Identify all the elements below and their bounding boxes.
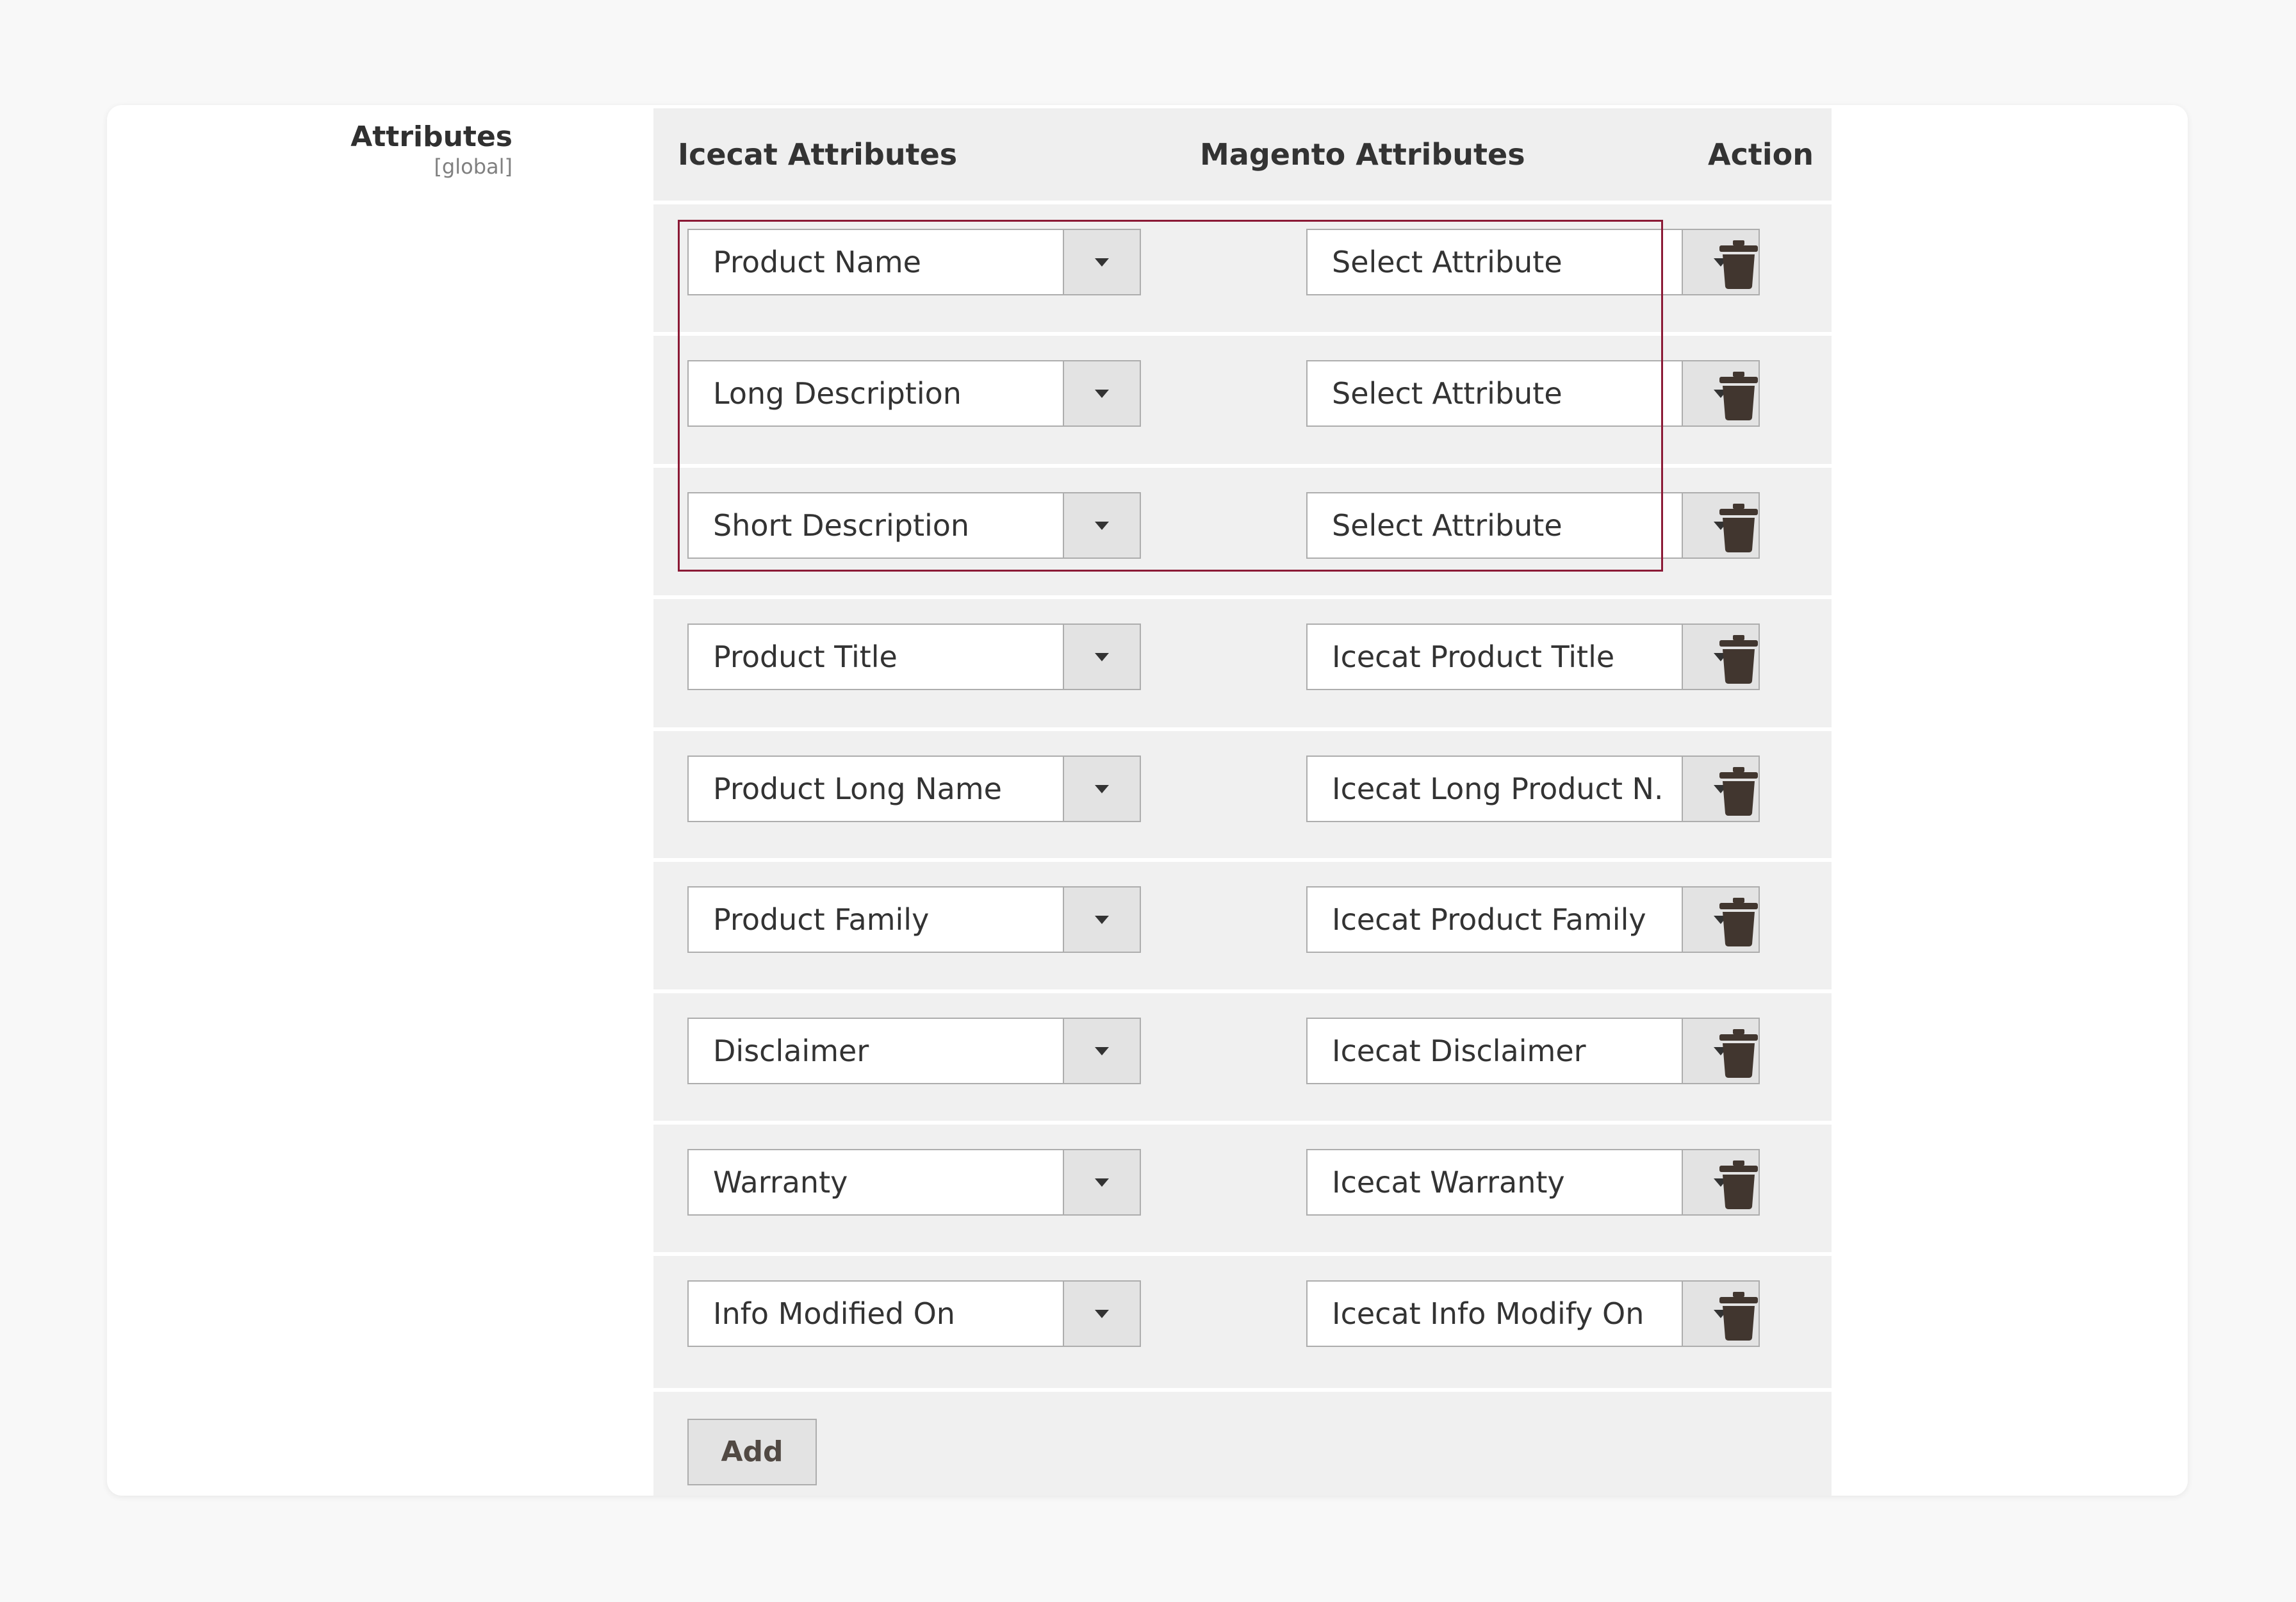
table-row-9: Info Modified On Icecat Info Modify On <box>653 1252 1832 1388</box>
table-row-8: Warranty Icecat Warranty <box>653 1121 1832 1252</box>
table-row-1: Product Name Select Attribute <box>653 201 1832 332</box>
icecat-attribute-select[interactable]: Product Family <box>687 886 1141 953</box>
icecat-attribute-select[interactable]: Long Description <box>687 360 1141 427</box>
table-row-5: Product Long Name Icecat Long Product N. <box>653 727 1832 858</box>
field-label-scope: [global] <box>434 154 512 179</box>
magento-attribute-select[interactable]: Icecat Warranty <box>1306 1149 1760 1216</box>
magento-attribute-value: Select Attribute <box>1332 245 1562 279</box>
icecat-attribute-select[interactable]: Short Description <box>687 492 1141 559</box>
chevron-down-icon <box>1095 522 1109 530</box>
magento-attribute-value: Icecat Warranty <box>1332 1165 1565 1200</box>
magento-attribute-select[interactable]: Select Attribute <box>1306 492 1760 559</box>
header-action: Action <box>1708 137 1814 172</box>
attributes-config-card: Attributes [global] Icecat Attributes Ma… <box>107 105 2188 1496</box>
dropdown-button[interactable] <box>1063 1150 1140 1214</box>
icecat-attribute-value: Info Modified On <box>713 1296 955 1331</box>
table-row-4: Product Title Icecat Product Title <box>653 595 1832 727</box>
magento-attribute-select[interactable]: Select Attribute <box>1306 360 1760 427</box>
delete-row-button[interactable] <box>1719 767 1758 816</box>
delete-row-button[interactable] <box>1719 635 1758 684</box>
dropdown-button[interactable] <box>1063 230 1140 294</box>
icecat-attribute-value: Warranty <box>713 1165 848 1200</box>
magento-attribute-select[interactable]: Icecat Product Title <box>1306 623 1760 690</box>
icecat-attribute-value: Short Description <box>713 508 970 543</box>
chevron-down-icon <box>1095 1047 1109 1055</box>
trash-icon <box>1719 898 1758 946</box>
delete-row-button[interactable] <box>1719 898 1758 946</box>
magento-attribute-select[interactable]: Icecat Long Product N. <box>1306 756 1760 822</box>
magento-attribute-select[interactable]: Icecat Info Modify On <box>1306 1280 1760 1347</box>
icecat-attribute-value: Long Description <box>713 376 962 411</box>
magento-attribute-value: Icecat Product Title <box>1332 640 1615 674</box>
dropdown-button[interactable] <box>1063 1019 1140 1083</box>
icecat-attribute-select[interactable]: Product Title <box>687 623 1141 690</box>
add-row: Add <box>653 1388 1832 1496</box>
icecat-attribute-select[interactable]: Info Modified On <box>687 1280 1141 1347</box>
delete-row-button[interactable] <box>1719 1292 1758 1341</box>
trash-icon <box>1719 767 1758 816</box>
dropdown-button[interactable] <box>1063 1282 1140 1346</box>
dropdown-button[interactable] <box>1063 361 1140 425</box>
magento-attribute-value: Icecat Product Family <box>1332 902 1646 937</box>
magento-attribute-value: Select Attribute <box>1332 376 1562 411</box>
icecat-attribute-select[interactable]: Product Long Name <box>687 756 1141 822</box>
table-row-3: Short Description Select Attribute <box>653 464 1832 595</box>
chevron-down-icon <box>1095 785 1109 793</box>
dropdown-button[interactable] <box>1063 493 1140 557</box>
magento-attribute-select[interactable]: Icecat Product Family <box>1306 886 1760 953</box>
dropdown-button[interactable] <box>1063 625 1140 689</box>
magento-attribute-select[interactable]: Icecat Disclaimer <box>1306 1018 1760 1084</box>
dropdown-button[interactable] <box>1063 757 1140 821</box>
magento-attribute-value: Icecat Long Product N. <box>1332 772 1664 806</box>
table-row-7: Disclaimer Icecat Disclaimer <box>653 989 1832 1121</box>
chevron-down-icon <box>1095 1178 1109 1187</box>
delete-row-button[interactable] <box>1719 240 1758 289</box>
chevron-down-icon <box>1095 916 1109 924</box>
icecat-attribute-value: Disclaimer <box>713 1034 869 1068</box>
icecat-attribute-value: Product Title <box>713 640 898 674</box>
icecat-attribute-value: Product Long Name <box>713 772 1002 806</box>
header-magento-attributes: Magento Attributes <box>1200 137 1525 172</box>
magento-attribute-value: Select Attribute <box>1332 508 1562 543</box>
delete-row-button[interactable] <box>1719 504 1758 552</box>
icecat-attribute-value: Product Family <box>713 902 930 937</box>
icecat-attribute-select[interactable]: Product Name <box>687 229 1141 295</box>
chevron-down-icon <box>1095 390 1109 398</box>
trash-icon <box>1719 504 1758 552</box>
trash-icon <box>1719 240 1758 289</box>
icecat-attribute-value: Product Name <box>713 245 921 279</box>
dropdown-button[interactable] <box>1063 888 1140 952</box>
delete-row-button[interactable] <box>1719 1160 1758 1209</box>
delete-row-button[interactable] <box>1719 372 1758 420</box>
trash-icon <box>1719 1029 1758 1078</box>
grid-header: Icecat Attributes Magento Attributes Act… <box>653 108 1832 201</box>
field-label: Attributes [global] <box>350 120 512 179</box>
icecat-attribute-select[interactable]: Disclaimer <box>687 1018 1141 1084</box>
magento-attribute-select[interactable]: Select Attribute <box>1306 229 1760 295</box>
magento-attribute-value: Icecat Info Modify On <box>1332 1296 1644 1331</box>
trash-icon <box>1719 1160 1758 1209</box>
chevron-down-icon <box>1095 258 1109 267</box>
table-row-6: Product Family Icecat Product Family <box>653 858 1832 989</box>
field-label-title: Attributes <box>350 120 512 153</box>
magento-attribute-value: Icecat Disclaimer <box>1332 1034 1586 1068</box>
trash-icon <box>1719 635 1758 684</box>
attribute-mapping-grid: Icecat Attributes Magento Attributes Act… <box>653 108 1832 1496</box>
add-button[interactable]: Add <box>687 1419 817 1485</box>
header-icecat-attributes: Icecat Attributes <box>678 137 958 172</box>
trash-icon <box>1719 372 1758 420</box>
chevron-down-icon <box>1095 653 1109 661</box>
icecat-attribute-select[interactable]: Warranty <box>687 1149 1141 1216</box>
delete-row-button[interactable] <box>1719 1029 1758 1078</box>
chevron-down-icon <box>1095 1310 1109 1318</box>
table-row-2: Long Description Select Attribute <box>653 332 1832 464</box>
trash-icon <box>1719 1292 1758 1341</box>
